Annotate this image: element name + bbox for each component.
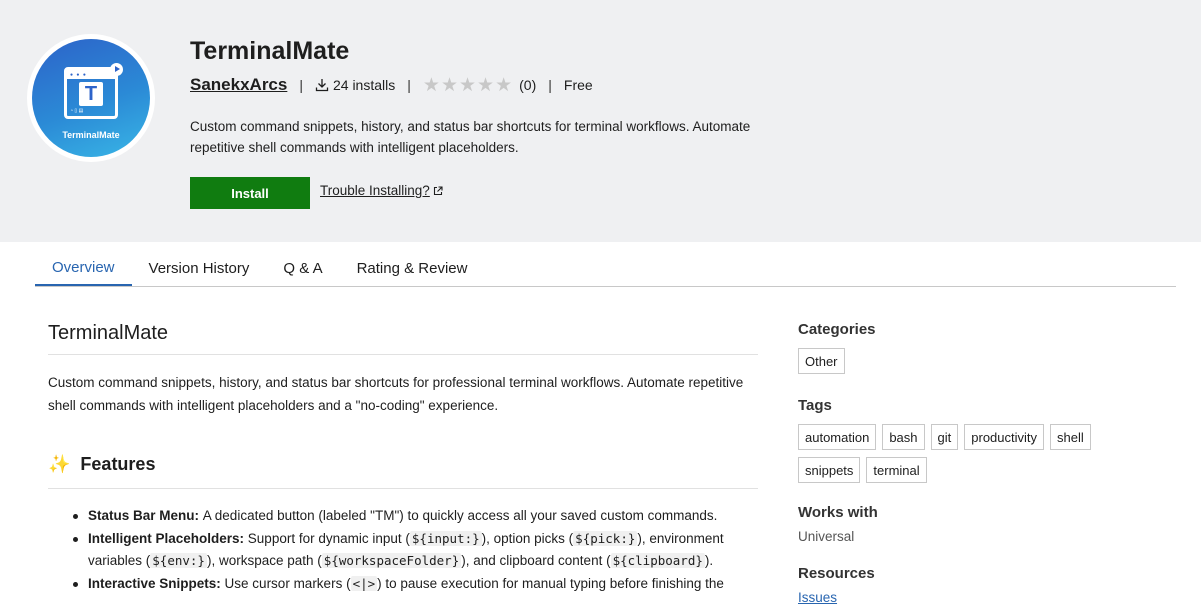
feature-name: Interactive Snippets <box>88 575 217 591</box>
list-item: Status Bar Menu: A dedicated button (lab… <box>70 505 750 528</box>
meta-separator: | <box>299 77 303 93</box>
list-item: Interactive Snippets: Use cursor markers… <box>70 573 750 596</box>
extension-header: ● ● ● T ◔ ▯ ▤ TerminalMate TerminalMate … <box>0 0 1201 242</box>
features-heading: ✨ Features <box>48 454 155 475</box>
extension-meta: SanekxArcs | 24 installs | ★ ★ ★ ★ ★ (0)… <box>190 73 593 97</box>
feature-text: A dedicated button (labeled "TM") to qui… <box>202 508 718 523</box>
trouble-installing-label: Trouble Installing? <box>320 183 430 198</box>
tag-chip-automation[interactable]: automation <box>798 424 877 450</box>
tag-chip-productivity[interactable]: productivity <box>964 424 1045 450</box>
sparkles-icon: ✨ <box>48 454 71 474</box>
price-label: Free <box>563 77 593 93</box>
install-button[interactable]: Install <box>190 177 310 209</box>
works-with-value: Universal <box>798 529 855 544</box>
divider <box>48 354 758 355</box>
extension-logo: ● ● ● T ◔ ▯ ▤ TerminalMate <box>32 39 150 157</box>
category-chip-other[interactable]: Other <box>798 348 845 374</box>
star-icon: ★ <box>422 74 440 96</box>
tag-chip-bash[interactable]: bash <box>882 424 925 450</box>
code-snippet: <|> <box>350 575 378 591</box>
overview-intro: Custom command snippets, history, and st… <box>48 375 744 413</box>
code-snippet: ${env:} <box>150 553 207 568</box>
rating-count: (0) <box>519 77 537 93</box>
star-icon: ★ <box>440 74 458 96</box>
tags-heading: Tags <box>798 397 832 414</box>
extension-title: TerminalMate <box>190 37 350 65</box>
feature-name: Status Bar Menu <box>88 508 195 523</box>
works-with-heading: Works with <box>798 504 878 521</box>
tag-chip-terminal[interactable]: terminal <box>866 457 927 483</box>
star-icon: ★ <box>477 74 495 96</box>
features-list: Status Bar Menu: A dedicated button (lab… <box>70 505 750 595</box>
tab-version-history[interactable]: Version History <box>132 250 267 286</box>
code-snippet: ${workspaceFolder} <box>321 553 462 568</box>
publisher-link[interactable]: SanekxArcs <box>190 75 287 95</box>
categories-heading: Categories <box>798 321 876 338</box>
tag-chip-shell[interactable]: shell <box>1050 424 1091 450</box>
overview-title: TerminalMate <box>48 322 169 344</box>
tags-list: automation bash git productivity shell s… <box>798 424 1108 483</box>
meta-separator: | <box>548 77 552 93</box>
tab-bar: Overview Version History Q & A Rating & … <box>35 250 1176 287</box>
star-icon: ★ <box>495 74 513 96</box>
code-snippet: ${pick:} <box>573 530 638 546</box>
divider <box>48 488 758 489</box>
features-heading-text: Features <box>80 454 156 474</box>
meta-separator: | <box>407 77 411 93</box>
code-snippet: ${clipboard} <box>610 553 705 568</box>
tab-rating-review[interactable]: Rating & Review <box>340 250 485 286</box>
list-item: Intelligent Placeholders: Support for dy… <box>70 528 750 573</box>
extension-description: Custom command snippets, history, and st… <box>190 119 751 155</box>
rating-stars[interactable]: ★ ★ ★ ★ ★ (0) <box>423 76 536 95</box>
install-count-text: 24 installs <box>332 77 396 93</box>
tag-chip-git[interactable]: git <box>930 424 959 450</box>
tab-q-and-a[interactable]: Q & A <box>266 250 339 286</box>
trouble-installing-link[interactable]: Trouble Installing? <box>320 183 443 198</box>
resources-heading: Resources <box>798 565 875 582</box>
resources-issues-link[interactable]: Issues <box>798 590 837 605</box>
feature-name: Intelligent Placeholders <box>88 530 240 546</box>
tag-chip-snippets[interactable]: snippets <box>798 457 861 483</box>
star-icon: ★ <box>458 74 477 96</box>
terminal-window-icon: ● ● ● T ◔ ▯ ▤ <box>64 67 118 119</box>
download-icon <box>315 79 329 92</box>
tab-overview[interactable]: Overview <box>35 250 132 286</box>
logo-text: TerminalMate <box>62 130 120 140</box>
play-icon <box>110 63 123 76</box>
code-snippet: ${input:} <box>409 530 482 546</box>
categories-list: Other <box>798 348 1108 374</box>
external-link-icon <box>433 185 443 195</box>
install-count: 24 installs <box>315 77 395 93</box>
